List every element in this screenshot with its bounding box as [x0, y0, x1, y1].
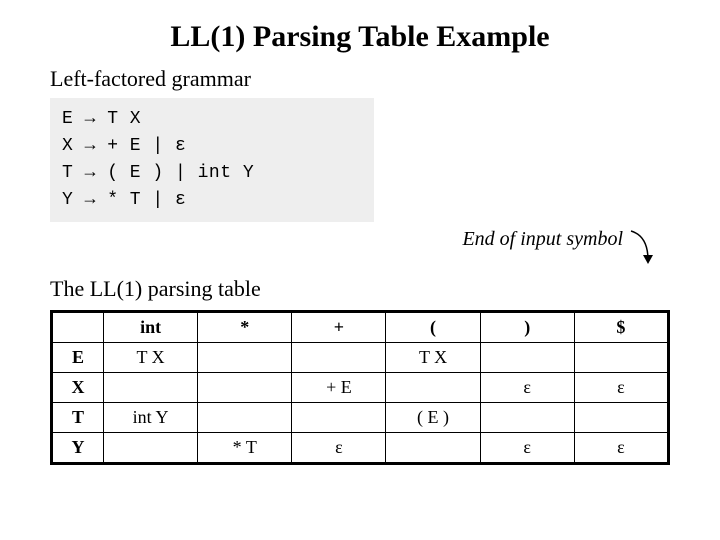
cell	[292, 343, 386, 373]
cell	[104, 433, 198, 464]
parsing-table: int * + ( ) $ E T X T X X + E ε ε T	[50, 310, 670, 465]
row-header: E	[52, 343, 104, 373]
cell	[198, 373, 292, 403]
cell: ε	[480, 373, 574, 403]
table-header-row: int * + ( ) $	[52, 312, 669, 343]
cell: ( E )	[386, 403, 480, 433]
row-header: X	[52, 373, 104, 403]
table-heading: The LL(1) parsing table	[50, 276, 670, 302]
table-row: Y * T ε ε ε	[52, 433, 669, 464]
table-row: X + E ε ε	[52, 373, 669, 403]
annotation-label: End of input symbol	[50, 228, 662, 268]
cell: ε	[574, 433, 668, 464]
cell	[480, 403, 574, 433]
row-header: T	[52, 403, 104, 433]
cell	[104, 373, 198, 403]
table-corner	[52, 312, 104, 343]
cell	[386, 373, 480, 403]
cell	[574, 343, 668, 373]
table-row: T int Y ( E )	[52, 403, 669, 433]
cell: T X	[104, 343, 198, 373]
table-row: E T X T X	[52, 343, 669, 373]
col-header: )	[480, 312, 574, 343]
col-header: +	[292, 312, 386, 343]
grammar-heading: Left-factored grammar	[50, 66, 670, 92]
cell: T X	[386, 343, 480, 373]
grammar-box: E → T X X → + E | ε T → ( E ) | int Y Y …	[50, 98, 374, 222]
arrow-down-icon	[628, 228, 662, 268]
cell	[574, 403, 668, 433]
cell: ε	[480, 433, 574, 464]
col-header: int	[104, 312, 198, 343]
cell: ε	[292, 433, 386, 464]
cell: + E	[292, 373, 386, 403]
cell	[386, 433, 480, 464]
cell	[198, 343, 292, 373]
cell	[480, 343, 574, 373]
cell: * T	[198, 433, 292, 464]
col-header: *	[198, 312, 292, 343]
cell	[292, 403, 386, 433]
cell: ε	[574, 373, 668, 403]
row-header: Y	[52, 433, 104, 464]
cell	[198, 403, 292, 433]
cell: int Y	[104, 403, 198, 433]
col-header: (	[386, 312, 480, 343]
col-header: $	[574, 312, 668, 343]
page-title: LL(1) Parsing Table Example	[50, 20, 670, 54]
